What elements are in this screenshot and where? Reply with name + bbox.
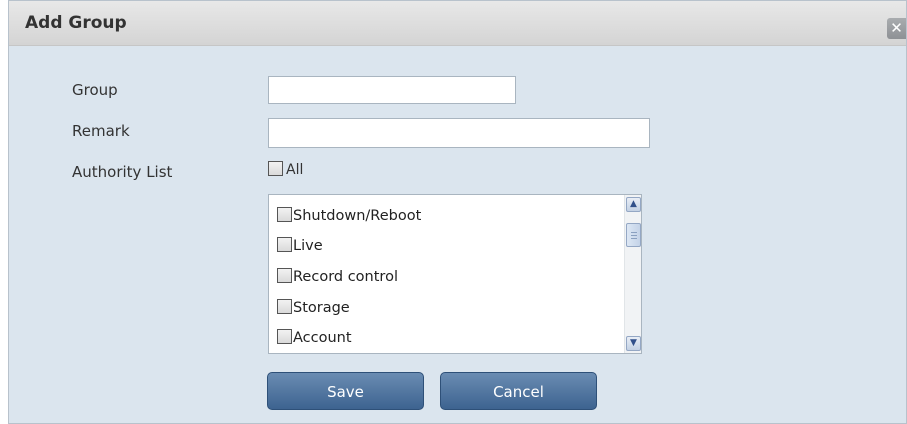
checkbox[interactable] [277, 299, 292, 314]
authority-item-label: Record control [293, 269, 398, 285]
authority-item-label: Account [293, 330, 352, 346]
scroll-down-icon[interactable]: ▼ [626, 336, 641, 351]
authority-listbox[interactable]: Shutdown/Reboot Live Record control Stor… [268, 194, 642, 354]
checkbox[interactable] [277, 268, 292, 283]
authority-item-record-control[interactable]: Record control [277, 268, 398, 285]
add-group-dialog: Add Group ✕ Group Remark Authority List … [8, 0, 907, 424]
checkbox[interactable] [277, 237, 292, 252]
group-input[interactable] [268, 76, 516, 104]
save-button[interactable]: Save [267, 372, 424, 410]
authority-item-label: Storage [293, 300, 350, 316]
authority-list-label: Authority List [72, 163, 173, 181]
remark-input[interactable] [268, 118, 650, 148]
remark-label: Remark [72, 122, 130, 140]
scroll-up-icon[interactable]: ▲ [626, 197, 641, 212]
checkbox[interactable] [277, 329, 292, 344]
all-checkbox[interactable] [268, 161, 283, 176]
dialog-titlebar: Add Group ✕ [9, 1, 906, 46]
checkbox[interactable] [277, 207, 292, 222]
listbox-scrollbar[interactable]: ▲ ▼ [624, 195, 641, 353]
authority-item-storage[interactable]: Storage [277, 299, 350, 316]
authority-item-label: Live [293, 238, 323, 254]
authority-item-shutdown-reboot[interactable]: Shutdown/Reboot [277, 207, 421, 224]
all-checkbox-row[interactable]: All [268, 161, 303, 178]
dialog-title: Add Group [25, 13, 127, 33]
close-icon[interactable]: ✕ [887, 18, 906, 39]
authority-item-label: Shutdown/Reboot [293, 208, 422, 224]
cancel-button[interactable]: Cancel [440, 372, 597, 410]
authority-item-account[interactable]: Account [277, 329, 352, 346]
group-label: Group [72, 81, 118, 99]
scrollbar-thumb[interactable] [626, 223, 641, 247]
authority-item-live[interactable]: Live [277, 237, 323, 254]
all-label: All [286, 162, 304, 178]
